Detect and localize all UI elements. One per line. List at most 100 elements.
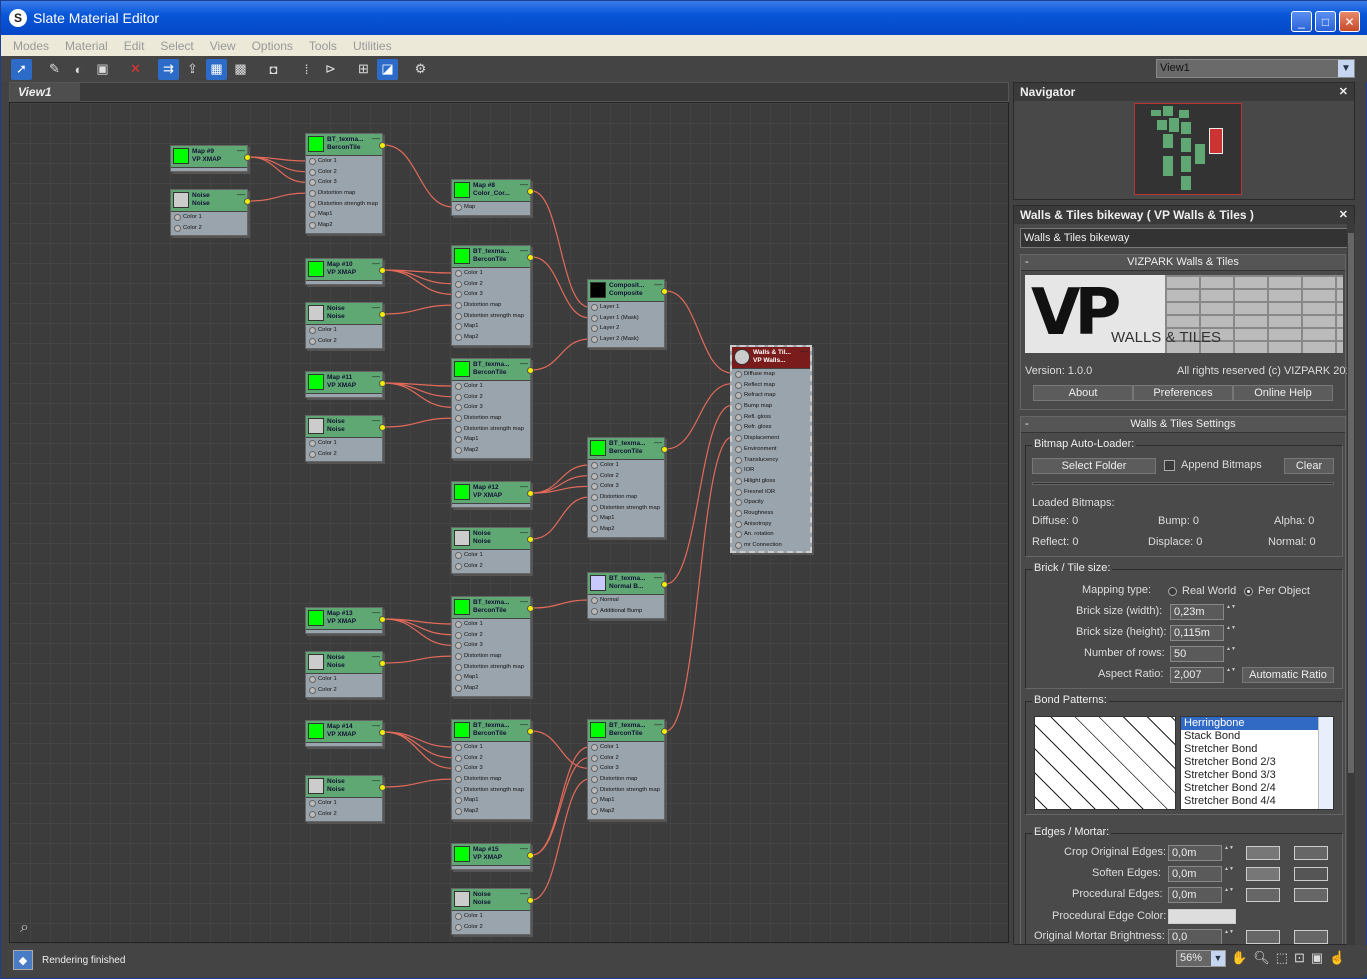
- delete-icon[interactable]: ✕: [125, 59, 146, 80]
- menu-tools[interactable]: Tools: [309, 39, 337, 53]
- node-slot[interactable]: IOR: [732, 465, 810, 476]
- node-map12[interactable]: Map #12 VP XMAP —: [451, 481, 534, 508]
- collapse-icon[interactable]: —: [372, 260, 380, 268]
- node-slot[interactable]: Color 2: [588, 753, 664, 764]
- scrollbar-thumb[interactable]: [1348, 233, 1354, 773]
- node-slot[interactable]: Color 1: [452, 742, 530, 753]
- show-map-in-viewport-icon[interactable]: ▦: [206, 58, 227, 80]
- node-slot[interactable]: Bump map: [732, 401, 810, 412]
- node-slot[interactable]: Distortion map: [588, 774, 664, 785]
- node-slot[interactable]: mr Connection: [732, 540, 810, 551]
- per-object-radio[interactable]: [1244, 587, 1253, 596]
- node-slot[interactable]: Refract map: [732, 390, 810, 401]
- node-slot[interactable]: Hilight gloss: [732, 476, 810, 487]
- collapse-icon[interactable]: —: [372, 777, 380, 785]
- node-slot[interactable]: Color 3: [452, 763, 530, 774]
- list-scrollbar[interactable]: [1318, 717, 1333, 809]
- node-header[interactable]: Map #10 VP XMAP —: [306, 259, 382, 281]
- node-slot[interactable]: Distortion strength map: [452, 662, 530, 673]
- brick-height-spinner[interactable]: 0,115m: [1170, 625, 1236, 641]
- node-slot[interactable]: Normal: [588, 595, 664, 606]
- node-slot[interactable]: Layer 2: [588, 323, 664, 334]
- node-comp[interactable]: Composit... Composite — Layer 1 Layer 1 (Mas…: [587, 279, 668, 348]
- node-slot[interactable]: Distortion map: [452, 774, 530, 785]
- list-item[interactable]: Stretcher Bond 2/3: [1181, 756, 1333, 769]
- bond-pattern-list[interactable]: Herringbone Stack Bond Stretcher Bond St…: [1180, 716, 1334, 810]
- node-slot[interactable]: Map1: [452, 672, 530, 683]
- node-header[interactable]: BT_texma... BerconTile —: [452, 720, 530, 742]
- node-slot[interactable]: Color 1: [452, 550, 530, 561]
- node-slot[interactable]: Color 2: [306, 167, 382, 178]
- node-header[interactable]: Map #11 VP XMAP —: [306, 372, 382, 394]
- output-socket[interactable]: [661, 288, 668, 295]
- output-socket[interactable]: [527, 728, 534, 735]
- select-tool-icon[interactable]: ➚: [11, 58, 32, 80]
- collapse-icon[interactable]: —: [520, 483, 528, 491]
- output-socket[interactable]: [379, 311, 386, 318]
- wire[interactable]: [531, 599, 590, 609]
- output-socket[interactable]: [527, 490, 534, 497]
- background-checker-icon[interactable]: ▩: [230, 59, 251, 80]
- node-map10[interactable]: Map #10 VP XMAP —: [305, 258, 386, 285]
- node-slot[interactable]: Additional Bump: [588, 606, 664, 617]
- node-slot[interactable]: Color 2: [452, 922, 530, 933]
- node-slot[interactable]: Map1: [452, 795, 530, 806]
- node-slot[interactable]: Map1: [452, 321, 530, 332]
- node-header[interactable]: Noise Noise —: [306, 776, 382, 798]
- wire[interactable]: [665, 383, 733, 450]
- wire[interactable]: [531, 464, 590, 494]
- menu-edit[interactable]: Edit: [124, 39, 145, 53]
- output-socket[interactable]: [379, 616, 386, 623]
- node-header[interactable]: Noise Noise —: [171, 190, 247, 212]
- collapse-icon[interactable]: —: [237, 191, 245, 199]
- wire[interactable]: [383, 618, 454, 646]
- node-slot[interactable]: Color 1: [452, 619, 530, 630]
- about-button[interactable]: About: [1033, 385, 1133, 401]
- node-view-canvas[interactable]: Map #9 VP XMAP — Noise Noise — Color 1 Color 2B…: [9, 102, 1009, 943]
- node-slot[interactable]: Distortion strength map: [588, 785, 664, 796]
- wire[interactable]: [531, 496, 590, 540]
- node-slot[interactable]: Translucency: [732, 455, 810, 466]
- node-header[interactable]: Map #14 VP XMAP —: [306, 721, 382, 743]
- collapse-icon[interactable]: —: [372, 653, 380, 661]
- output-socket[interactable]: [527, 536, 534, 543]
- pick-material-icon[interactable]: ✎: [44, 59, 65, 80]
- brick-width-spinner[interactable]: 0,23m: [1170, 604, 1236, 620]
- node-bt7[interactable]: BT_texma... BerconTile — Color 1 Color 2 Colo…: [587, 719, 668, 820]
- node-header[interactable]: BT_texma... BerconTile —: [306, 134, 382, 156]
- collapse-icon[interactable]: —: [520, 529, 528, 537]
- output-socket[interactable]: [379, 784, 386, 791]
- move-children-icon[interactable]: ⇉: [158, 58, 179, 80]
- list-item[interactable]: Stretcher Bond: [1181, 743, 1333, 756]
- layout-all-icon[interactable]: ⁞: [296, 59, 317, 80]
- output-socket[interactable]: [244, 154, 251, 161]
- hide-unused-slots-icon[interactable]: ⇪: [182, 59, 203, 80]
- zoom-region-icon[interactable]: ⬚: [1276, 950, 1288, 966]
- output-socket[interactable]: [379, 729, 386, 736]
- wire[interactable]: [383, 417, 454, 428]
- settings-rollout-header[interactable]: - Walls & Tiles Settings: [1021, 417, 1345, 433]
- parameter-editor-icon[interactable]: ◪: [377, 58, 398, 80]
- node-slot[interactable]: Color 3: [588, 481, 664, 492]
- output-socket[interactable]: [527, 605, 534, 612]
- wire[interactable]: [383, 144, 454, 208]
- output-socket[interactable]: [379, 142, 386, 149]
- mortar-brightness-map-swatch[interactable]: [1246, 930, 1280, 944]
- tab-view1[interactable]: View1: [10, 83, 80, 102]
- soften-edges-spinner[interactable]: 0,0m: [1168, 866, 1234, 882]
- aspect-ratio-spinner[interactable]: 2,007: [1170, 667, 1236, 683]
- node-slot[interactable]: Color 1: [588, 742, 664, 753]
- node-slot[interactable]: Layer 1: [588, 302, 664, 313]
- pan-to-selected-icon[interactable]: ☝: [1329, 950, 1345, 966]
- node-header[interactable]: Map #12 VP XMAP —: [452, 482, 530, 504]
- node-slot[interactable]: Color 1: [306, 438, 382, 449]
- maximize-button[interactable]: □: [1315, 11, 1336, 32]
- node-map14[interactable]: Map #14 VP XMAP —: [305, 720, 386, 747]
- view-dropdown[interactable]: View1 ▼: [1156, 59, 1355, 78]
- node-noise4[interactable]: Noise Noise — Color 1 Color 2: [451, 527, 534, 575]
- node-slot[interactable]: Color 2: [306, 336, 382, 347]
- output-socket[interactable]: [527, 188, 534, 195]
- wire[interactable]: [665, 404, 733, 585]
- node-slot[interactable]: Color 3: [588, 763, 664, 774]
- node-slot[interactable]: Displacement: [732, 433, 810, 444]
